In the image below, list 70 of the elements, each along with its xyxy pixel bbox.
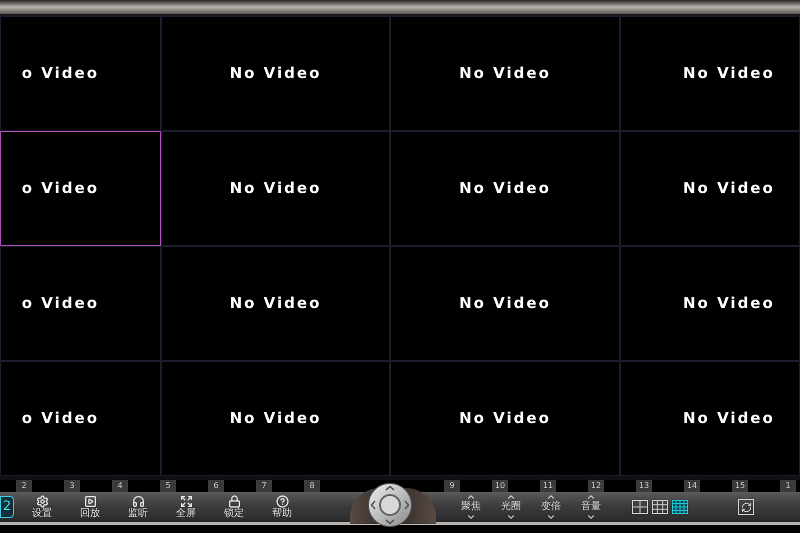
video-tile[interactable]: No Video bbox=[161, 361, 390, 476]
video-tile[interactable]: o Video bbox=[0, 361, 161, 476]
video-tile[interactable]: No Video bbox=[390, 131, 620, 246]
toolbar-button[interactable]: 设置 bbox=[18, 495, 66, 519]
refresh-icon bbox=[740, 502, 752, 512]
toolbar-button[interactable]: 全屏 bbox=[162, 495, 210, 519]
channel-number[interactable]: 8 bbox=[304, 480, 320, 492]
lock-icon bbox=[228, 495, 240, 508]
toolbar-button[interactable]: 锁定 bbox=[210, 495, 258, 519]
channel-number[interactable]: 12 bbox=[588, 480, 604, 492]
layout-grid-icon[interactable] bbox=[672, 500, 688, 514]
channel-number[interactable]: 10 bbox=[492, 480, 508, 492]
channel-number[interactable]: 6 bbox=[208, 480, 224, 492]
no-video-label: No Video bbox=[230, 63, 322, 84]
channel-number[interactable]: 11 bbox=[540, 480, 556, 492]
video-tile[interactable]: No Video bbox=[161, 131, 390, 246]
no-video-label: No Video bbox=[459, 63, 551, 84]
no-video-label: o Video bbox=[22, 63, 99, 84]
channel-number[interactable]: 9 bbox=[444, 480, 460, 492]
layout-grid-icon[interactable] bbox=[632, 500, 648, 514]
ptz-label: 聚焦 bbox=[461, 502, 481, 512]
help-icon bbox=[276, 495, 288, 508]
toolbar-button[interactable]: 帮助 bbox=[258, 495, 306, 519]
channel-number[interactable]: 7 bbox=[256, 480, 272, 492]
play-icon bbox=[84, 495, 96, 508]
video-tile[interactable]: No Video bbox=[390, 361, 620, 476]
channel-indicator[interactable]: 2 bbox=[0, 496, 14, 518]
toolbar-button[interactable]: 回放 bbox=[66, 495, 114, 519]
no-video-label: No Video bbox=[683, 408, 775, 430]
video-tile[interactable]: No Video bbox=[390, 246, 620, 361]
video-tile[interactable]: No Video bbox=[620, 246, 800, 361]
channel-number[interactable]: 14 bbox=[684, 480, 700, 492]
no-video-label: No Video bbox=[230, 293, 322, 314]
video-tile[interactable]: No Video bbox=[161, 246, 390, 361]
no-video-label: No Video bbox=[459, 293, 551, 314]
no-video-label: No Video bbox=[683, 178, 775, 200]
ptz-label: 变倍 bbox=[541, 502, 561, 512]
video-tile[interactable]: No Video bbox=[161, 16, 390, 131]
ptz-label: 光圈 bbox=[501, 502, 521, 512]
refresh-button[interactable] bbox=[738, 499, 754, 515]
video-tile[interactable]: No Video bbox=[620, 131, 800, 246]
channel-number[interactable]: 3 bbox=[64, 480, 80, 492]
layout-grid-icon[interactable] bbox=[652, 500, 668, 514]
no-video-label: No Video bbox=[230, 178, 322, 200]
ptz-dial[interactable] bbox=[368, 483, 412, 527]
video-tile[interactable]: No Video bbox=[620, 361, 800, 476]
channel-number[interactable]: 15 bbox=[732, 480, 748, 492]
no-video-label: No Video bbox=[683, 293, 775, 314]
channel-number[interactable]: 1 bbox=[780, 480, 796, 492]
headphones-icon bbox=[132, 495, 144, 508]
video-tile[interactable]: o Video bbox=[0, 246, 161, 361]
no-video-label: o Video bbox=[22, 408, 99, 430]
no-video-label: No Video bbox=[683, 63, 775, 84]
no-video-label: No Video bbox=[230, 408, 322, 430]
toolbar-button[interactable]: 监听 bbox=[114, 495, 162, 519]
ptz-label: 音量 bbox=[581, 502, 601, 512]
gear-icon bbox=[36, 495, 48, 508]
channel-number[interactable]: 4 bbox=[112, 480, 128, 492]
no-video-label: No Video bbox=[459, 178, 551, 200]
expand-icon bbox=[180, 495, 192, 508]
video-tile[interactable]: No Video bbox=[620, 16, 800, 131]
no-video-label: o Video bbox=[22, 293, 99, 314]
video-tile[interactable]: No Video bbox=[390, 16, 620, 131]
no-video-label: No Video bbox=[459, 408, 551, 430]
channel-number[interactable]: 5 bbox=[160, 480, 176, 492]
no-video-label: o Video bbox=[22, 178, 99, 200]
channel-number[interactable]: 2 bbox=[16, 480, 32, 492]
channel-number[interactable]: 13 bbox=[636, 480, 652, 492]
video-tile[interactable]: o Video bbox=[0, 131, 161, 246]
video-tile[interactable]: o Video bbox=[0, 16, 161, 131]
